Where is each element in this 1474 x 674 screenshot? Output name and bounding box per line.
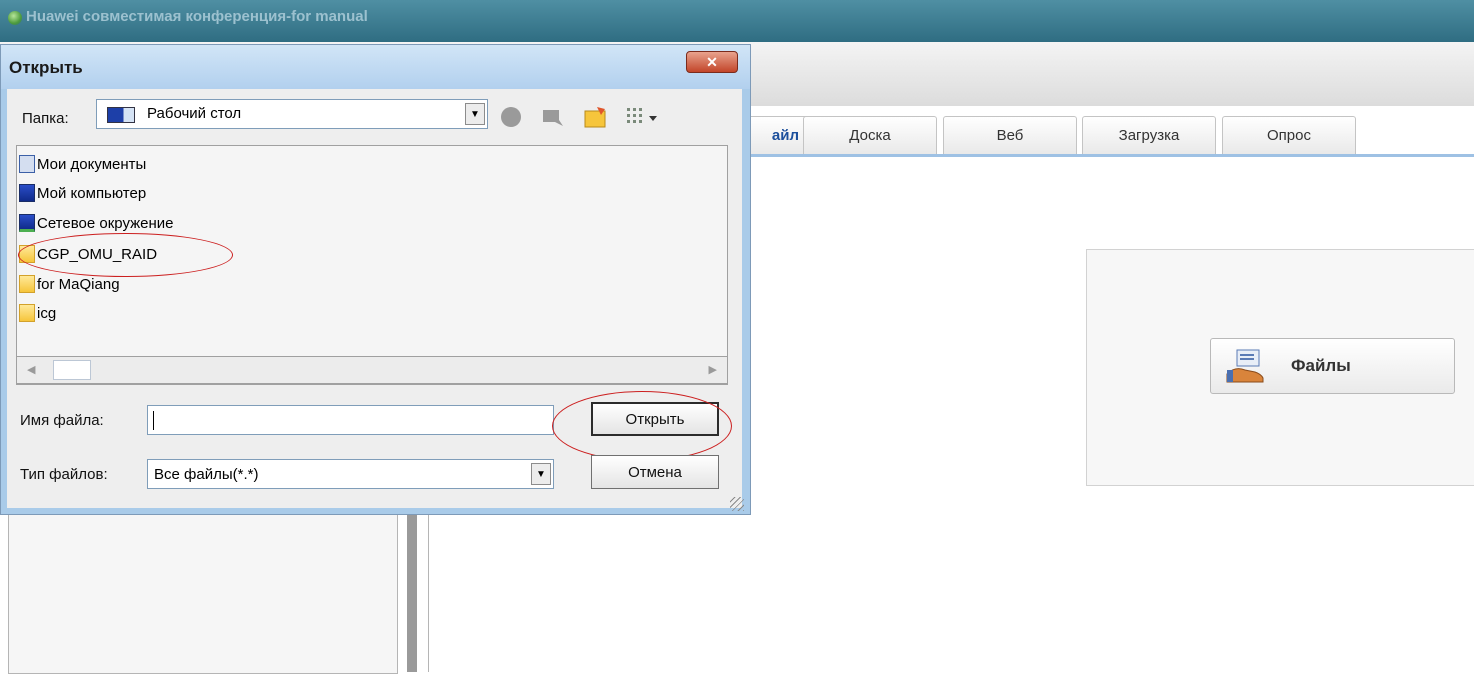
list-item[interactable]: icg <box>19 301 56 325</box>
list-item-label: for MaQiang <box>37 275 120 293</box>
globe-icon <box>8 11 22 25</box>
folder-icon <box>19 275 35 293</box>
list-item[interactable]: Мои документы <box>19 152 146 176</box>
main-panel-border <box>428 512 429 672</box>
list-item-label: Мои документы <box>37 155 147 173</box>
folder-select[interactable]: Рабочий стол ▼ <box>96 99 488 129</box>
highlight-annotation <box>18 233 233 277</box>
list-item-label: icg <box>37 304 57 322</box>
back-icon[interactable] <box>500 106 522 131</box>
filename-input[interactable] <box>147 405 554 435</box>
list-item[interactable]: Мой компьютер <box>19 181 146 205</box>
files-icon <box>1225 348 1265 384</box>
my-computer-icon <box>19 184 35 202</box>
filetype-value: Все файлы(*.*) <box>154 466 259 483</box>
app-titlebar: Huawei совместимая конференция-for manua… <box>0 0 1474 42</box>
tab-board[interactable]: Доска <box>803 116 937 154</box>
tab-underline <box>740 154 1474 157</box>
list-item-label: Сетевое окружение <box>37 214 174 232</box>
folder-value: Рабочий стол <box>147 105 242 122</box>
filetype-select[interactable]: Все файлы(*.*) ▼ <box>147 459 554 489</box>
my-documents-icon <box>19 155 35 173</box>
desktop-icon <box>107 107 135 123</box>
filename-label: Имя файла: <box>20 412 104 429</box>
chevron-down-icon[interactable]: ▼ <box>531 463 551 485</box>
scroll-left-icon[interactable]: ◀ <box>27 363 35 376</box>
close-icon: ✕ <box>706 53 718 70</box>
cancel-button[interactable]: Отмена <box>591 455 719 489</box>
files-button-label: Файлы <box>1291 356 1351 375</box>
files-button[interactable]: Файлы <box>1210 338 1455 394</box>
open-button-annotation <box>552 391 732 461</box>
close-button[interactable]: ✕ <box>686 51 738 73</box>
panel-splitter[interactable] <box>407 512 417 672</box>
list-item-label: Мой компьютер <box>37 184 147 202</box>
dialog-titlebar[interactable]: Открыть ✕ <box>1 45 750 89</box>
text-caret <box>153 411 154 430</box>
filetype-label: Тип файлов: <box>20 466 108 483</box>
folder-label: Папка: <box>22 110 69 127</box>
scroll-right-icon[interactable]: ▶ <box>709 363 717 376</box>
folder-icon <box>19 304 35 322</box>
app-title: Huawei совместимая конференция-for manua… <box>26 8 368 25</box>
network-icon <box>19 214 35 232</box>
left-panel <box>8 512 398 674</box>
list-item[interactable]: Сетевое окружение <box>19 211 174 235</box>
horizontal-scrollbar[interactable]: ◀ ▶ <box>16 356 728 384</box>
tab-web[interactable]: Веб <box>943 116 1077 154</box>
resize-grip[interactable] <box>730 497 744 511</box>
tab-poll[interactable]: Опрос <box>1222 116 1356 154</box>
dialog-title: Открыть <box>9 58 83 77</box>
view-menu-icon[interactable] <box>623 105 667 132</box>
up-folder-icon[interactable] <box>541 106 565 131</box>
chevron-down-icon[interactable]: ▼ <box>465 103 485 125</box>
tab-upload[interactable]: Загрузка <box>1082 116 1216 154</box>
new-folder-icon[interactable] <box>583 105 609 132</box>
scroll-thumb[interactable] <box>53 360 91 380</box>
